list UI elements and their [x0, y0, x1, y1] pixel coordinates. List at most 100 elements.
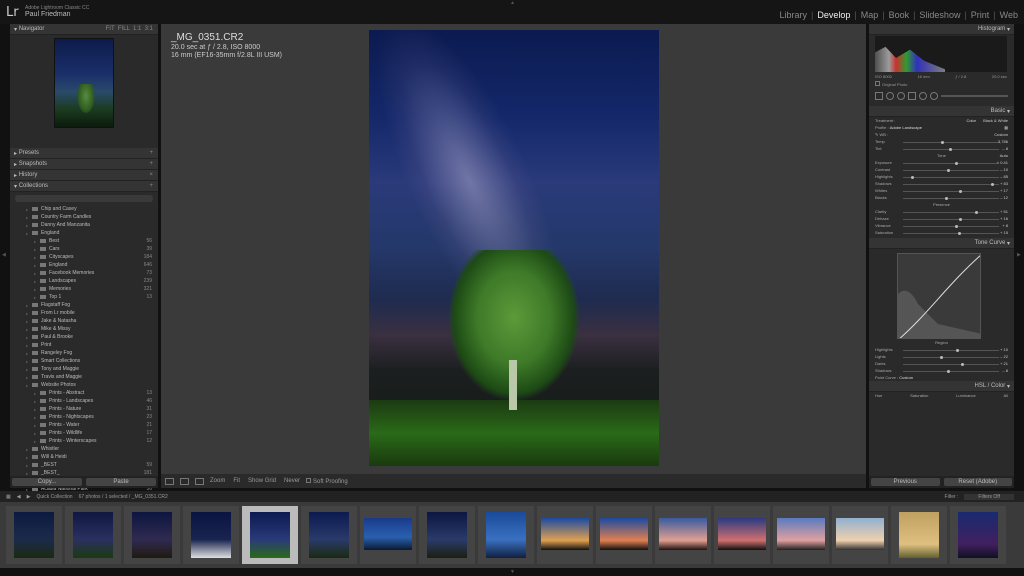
contrast-knob[interactable]	[947, 169, 951, 172]
collection-item[interactable]: ▸ Prints - Nightscapes 23	[10, 413, 158, 421]
filter-select[interactable]: Filters Off	[964, 493, 1014, 500]
whites-knob[interactable]	[958, 190, 962, 193]
region-darks-slider[interactable]	[903, 363, 999, 366]
radial-filter-icon[interactable]	[919, 92, 927, 100]
collection-item[interactable]: ▸ Prints - Nature 31	[10, 405, 158, 413]
collection-item[interactable]: ▸ Whistler	[10, 445, 158, 453]
region-highlights-value[interactable]: + 10	[1000, 347, 1008, 352]
collection-item[interactable]: ▸ Top 1 13	[10, 293, 158, 301]
filmstrip-thumbnail[interactable]	[950, 506, 1006, 564]
adjustment-brush-icon[interactable]	[930, 92, 938, 100]
region-shadows-value[interactable]: – 8	[1002, 368, 1008, 373]
shadows-value[interactable]: + 83	[1000, 181, 1008, 186]
grid-select[interactable]: Never	[284, 478, 300, 484]
collection-item[interactable]: ▸ From Lr mobile	[10, 309, 158, 317]
spot-removal-icon[interactable]	[886, 92, 894, 100]
filmstrip-thumbnail[interactable]	[596, 506, 652, 564]
original-photo-toggle[interactable]: Original Photo	[875, 81, 907, 87]
region-shadows-knob[interactable]	[947, 370, 951, 373]
collection-item[interactable]: ▸ Best 56	[10, 237, 158, 245]
filmstrip-thumbnail[interactable]	[773, 506, 829, 564]
region-highlights-knob[interactable]	[955, 349, 959, 352]
whites-value[interactable]: + 17	[1000, 188, 1008, 193]
shadows-knob[interactable]	[991, 183, 995, 186]
red-eye-icon[interactable]	[897, 92, 905, 100]
blacks-value[interactable]: – 12	[1000, 195, 1008, 200]
collection-item[interactable]: ▸ Country Farm Candles	[10, 213, 158, 221]
collection-item[interactable]: ▸ Facebook Memories 73	[10, 269, 158, 277]
region-lights-knob[interactable]	[940, 356, 944, 359]
saturation-slider[interactable]	[903, 232, 999, 235]
hsl-tab-saturation[interactable]: Saturation	[910, 393, 928, 398]
collection-item[interactable]: ▸ Prints - Wildlife 17	[10, 429, 158, 437]
snapshots-header[interactable]: ▸ Snapshots +	[10, 159, 158, 170]
saturation-value[interactable]: + 15	[1000, 230, 1008, 235]
exposure-knob[interactable]	[954, 162, 958, 165]
exposure-value[interactable]: + 0.41	[997, 160, 1008, 165]
vibrance-value[interactable]: + 8	[1002, 223, 1008, 228]
histogram-graph[interactable]	[875, 36, 1007, 72]
add-collection-icon[interactable]: +	[149, 183, 153, 189]
navigator-header[interactable]: ▾ Navigator FIT FILL 1:1 3:1	[10, 24, 158, 35]
top-panel-toggle-icon[interactable]: ▲	[510, 0, 515, 6]
filmstrip-source[interactable]: Quick Collection	[36, 494, 72, 500]
collection-item[interactable]: ▸ Chip and Casey	[10, 205, 158, 213]
temp-value[interactable]: 3,786	[998, 139, 1008, 144]
treatment-bw[interactable]: Black & White	[983, 118, 1008, 123]
wb-select[interactable]: Custom	[994, 132, 1008, 137]
collection-item[interactable]: ▸ Landscapes 239	[10, 277, 158, 285]
grid-view-icon[interactable]: ▦	[6, 494, 11, 500]
collection-item[interactable]: ▸ _BEST 59	[10, 461, 158, 469]
dehaze-knob[interactable]	[958, 218, 962, 221]
exposure-slider[interactable]	[903, 162, 999, 165]
previous-button[interactable]: Previous	[871, 478, 940, 486]
module-book[interactable]: Book	[889, 10, 910, 20]
zoom-options[interactable]: FIT FILL 1:1 3:1	[106, 26, 153, 32]
main-photo[interactable]	[369, 30, 659, 466]
collection-item[interactable]: ▸ Prints - Landscapes 46	[10, 397, 158, 405]
vibrance-knob[interactable]	[954, 225, 958, 228]
soft-proofing-checkbox[interactable]	[306, 477, 312, 483]
hsl-tab-hue[interactable]: Hue	[875, 393, 882, 398]
zoom-fit[interactable]: Fit	[233, 478, 240, 484]
clarity-slider[interactable]	[903, 211, 999, 214]
highlights-value[interactable]: – 85	[1000, 174, 1008, 179]
collection-item[interactable]: ▸ Cars 39	[10, 245, 158, 253]
module-web[interactable]: Web	[1000, 10, 1018, 20]
treatment-color[interactable]: Color	[966, 118, 976, 123]
clarity-knob[interactable]	[975, 211, 978, 214]
temp-slider[interactable]	[903, 141, 999, 144]
blacks-slider[interactable]	[903, 197, 999, 200]
module-library[interactable]: Library	[779, 10, 807, 20]
collection-item[interactable]: ▸ Paul & Brooke	[10, 333, 158, 341]
collection-item[interactable]: ▸ Mike & Missy	[10, 325, 158, 333]
filmstrip-thumbnail[interactable]	[124, 506, 180, 564]
collection-item[interactable]: ▸ Jake & Natasha	[10, 317, 158, 325]
region-highlights-slider[interactable]	[903, 349, 999, 352]
collections-filter-input[interactable]	[15, 195, 153, 202]
filmstrip-thumbnail[interactable]	[183, 506, 239, 564]
reset-button[interactable]: Reset (Adobe)	[943, 478, 1012, 486]
shadows-slider[interactable]	[903, 183, 999, 186]
region-shadows-slider[interactable]	[903, 370, 999, 373]
collection-item[interactable]: ▸ Flagstaff Fog	[10, 301, 158, 309]
compare-icon[interactable]	[195, 477, 204, 485]
hsl-tab-all[interactable]: All	[1004, 393, 1008, 398]
collection-item[interactable]: ▸ Cityscapes 184	[10, 253, 158, 261]
filmstrip-thumbnail[interactable]	[714, 506, 770, 564]
tone-curve-graph[interactable]	[897, 253, 981, 339]
dehaze-value[interactable]: + 16	[1000, 216, 1008, 221]
highlights-knob[interactable]	[910, 176, 914, 179]
vibrance-slider[interactable]	[903, 225, 999, 228]
region-lights-slider[interactable]	[903, 356, 999, 359]
basic-header[interactable]: Basic ▾	[869, 106, 1014, 117]
contrast-slider[interactable]	[903, 169, 999, 172]
collection-item[interactable]: ▸ Will & Heidi	[10, 453, 158, 461]
module-slideshow[interactable]: Slideshow	[919, 10, 960, 20]
histogram-header[interactable]: Histogram ▾	[869, 24, 1014, 35]
collection-item[interactable]: ▸ Rangeley Fog	[10, 349, 158, 357]
clear-history-icon[interactable]: ×	[149, 172, 153, 178]
tint-value[interactable]: – 8	[1002, 146, 1008, 151]
tool-slider[interactable]	[941, 95, 1008, 97]
point-curve-select[interactable]: Custom	[899, 375, 913, 380]
